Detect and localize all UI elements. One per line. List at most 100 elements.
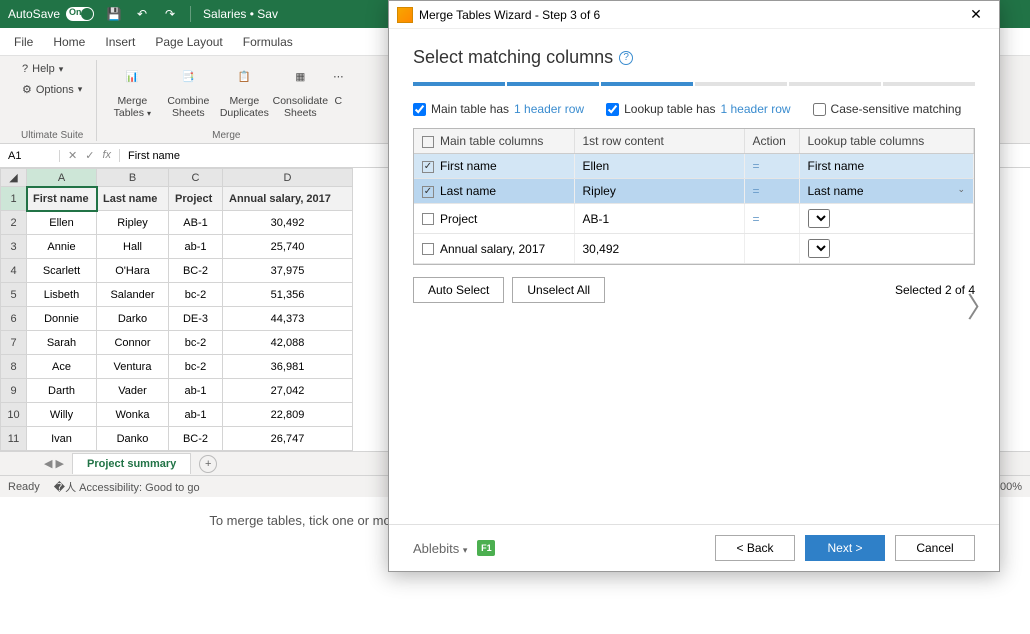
more-button[interactable]: ⋯C — [329, 60, 347, 111]
cell[interactable]: Project — [169, 187, 223, 211]
help-icon[interactable]: ? — [619, 51, 633, 65]
add-sheet-button[interactable]: + — [199, 455, 217, 473]
unselect-all-button[interactable]: Unselect All — [512, 277, 605, 303]
next-arrow-icon[interactable]: 〉 — [967, 286, 995, 326]
cell[interactable]: 27,042 — [223, 379, 353, 403]
row-checkbox[interactable] — [422, 243, 434, 255]
combine-sheets-button[interactable]: 📑Combine Sheets — [161, 60, 215, 122]
toggle-switch[interactable]: On — [66, 7, 94, 21]
cell[interactable]: 30,492 — [223, 211, 353, 235]
options-button[interactable]: ⚙Options▾ — [16, 80, 88, 99]
row-header[interactable]: 11 — [1, 427, 27, 451]
row-header[interactable]: 10 — [1, 403, 27, 427]
formula-input[interactable]: First name — [120, 150, 188, 162]
cell[interactable]: ab-1 — [169, 403, 223, 427]
row-header[interactable]: 8 — [1, 355, 27, 379]
col-header[interactable]: D — [223, 169, 353, 187]
col-header[interactable]: B — [97, 169, 169, 187]
fx-icon[interactable]: fx — [102, 149, 111, 162]
cell[interactable]: BC-2 — [169, 427, 223, 451]
name-box[interactable]: A1 — [0, 150, 60, 162]
cell[interactable]: 42,088 — [223, 331, 353, 355]
cell[interactable]: 37,975 — [223, 259, 353, 283]
cell[interactable]: Scarlett — [27, 259, 97, 283]
cell[interactable]: 36,981 — [223, 355, 353, 379]
merge-duplicates-button[interactable]: 📋Merge Duplicates — [217, 60, 271, 122]
dialog-titlebar[interactable]: Merge Tables Wizard - Step 3 of 6 ✕ — [389, 1, 999, 29]
cell[interactable]: Annual salary, 2017 — [223, 187, 353, 211]
cell[interactable]: Darth — [27, 379, 97, 403]
row-header[interactable]: 7 — [1, 331, 27, 355]
cell[interactable]: Ivan — [27, 427, 97, 451]
tab-file[interactable]: File — [14, 35, 33, 49]
cell[interactable]: Last name — [97, 187, 169, 211]
cell[interactable]: Ventura — [97, 355, 169, 379]
enter-formula-icon[interactable]: ✓ — [85, 149, 94, 162]
cancel-formula-icon[interactable]: ✕ — [68, 149, 77, 162]
col-header[interactable]: A — [27, 169, 97, 187]
spreadsheet[interactable]: ◢ A B C D 1 First name Last name Project… — [0, 168, 353, 451]
close-button[interactable]: ✕ — [961, 3, 991, 27]
cell[interactable]: Ace — [27, 355, 97, 379]
cell[interactable]: Hall — [97, 235, 169, 259]
row-checkbox[interactable] — [422, 213, 434, 225]
save-icon[interactable]: 💾 — [106, 6, 122, 22]
cell[interactable]: Donnie — [27, 307, 97, 331]
tab-home[interactable]: Home — [53, 35, 85, 49]
tab-page-layout[interactable]: Page Layout — [155, 35, 222, 49]
cell[interactable]: Wonka — [97, 403, 169, 427]
next-button[interactable]: Next > — [805, 535, 885, 561]
cell[interactable]: Willy — [27, 403, 97, 427]
col-header[interactable]: C — [169, 169, 223, 187]
row-checkbox[interactable]: ✓ — [422, 161, 434, 173]
column-row[interactable]: ✓First nameEllen=First name — [414, 154, 974, 179]
main-header-checkbox[interactable]: Main table has 1 header row — [413, 102, 584, 116]
undo-icon[interactable]: ↶ — [134, 6, 150, 22]
cell[interactable]: O'Hara — [97, 259, 169, 283]
master-checkbox[interactable] — [422, 136, 434, 148]
columns-table[interactable]: Main table columns 1st row content Actio… — [413, 128, 975, 265]
cell[interactable]: 26,747 — [223, 427, 353, 451]
cell[interactable]: 25,740 — [223, 235, 353, 259]
column-row[interactable]: ProjectAB-1= — [414, 204, 974, 234]
cell[interactable]: ab-1 — [169, 379, 223, 403]
cell[interactable]: Ripley — [97, 211, 169, 235]
cancel-button[interactable]: Cancel — [895, 535, 975, 561]
auto-select-button[interactable]: Auto Select — [413, 277, 504, 303]
help-button[interactable]: ?Help▾ — [16, 60, 69, 78]
brand-label[interactable]: Ablebits ▾ — [413, 541, 467, 556]
row-header[interactable]: 9 — [1, 379, 27, 403]
redo-icon[interactable]: ↷ — [162, 6, 178, 22]
tab-formulas[interactable]: Formulas — [243, 35, 293, 49]
cell[interactable]: First name — [27, 187, 97, 211]
back-button[interactable]: < Back — [715, 535, 795, 561]
case-sensitive-checkbox[interactable]: Case-sensitive matching — [813, 102, 962, 116]
cell[interactable]: DE-3 — [169, 307, 223, 331]
row-header[interactable]: 1 — [1, 187, 27, 211]
cell[interactable]: 22,809 — [223, 403, 353, 427]
autosave-toggle[interactable]: AutoSave On — [8, 7, 94, 21]
cell[interactable]: Salander — [97, 283, 169, 307]
cell[interactable]: BC-2 — [169, 259, 223, 283]
cell[interactable]: 51,356 — [223, 283, 353, 307]
merge-tables-button[interactable]: 📊Merge Tables ▾ — [105, 60, 159, 122]
row-header[interactable]: 4 — [1, 259, 27, 283]
cell[interactable]: Danko — [97, 427, 169, 451]
row-header[interactable]: 2 — [1, 211, 27, 235]
column-row[interactable]: ✓Last nameRipley=Last name⌄ — [414, 179, 974, 204]
cell[interactable]: bc-2 — [169, 283, 223, 307]
cell[interactable]: 44,373 — [223, 307, 353, 331]
cell[interactable]: bc-2 — [169, 331, 223, 355]
row-header[interactable]: 6 — [1, 307, 27, 331]
row-header[interactable]: 5 — [1, 283, 27, 307]
chevron-down-icon[interactable]: ⌄ — [957, 184, 965, 195]
cell[interactable]: Ellen — [27, 211, 97, 235]
select-all-corner[interactable]: ◢ — [1, 169, 27, 187]
row-header[interactable]: 3 — [1, 235, 27, 259]
cell[interactable]: bc-2 — [169, 355, 223, 379]
consolidate-sheets-button[interactable]: ▦Consolidate Sheets — [273, 60, 327, 122]
cell[interactable]: Annie — [27, 235, 97, 259]
cell[interactable]: ab-1 — [169, 235, 223, 259]
accessibility-status[interactable]: �人 Accessibility: Good to go — [54, 479, 200, 495]
column-row[interactable]: Annual salary, 201730,492 — [414, 234, 974, 264]
